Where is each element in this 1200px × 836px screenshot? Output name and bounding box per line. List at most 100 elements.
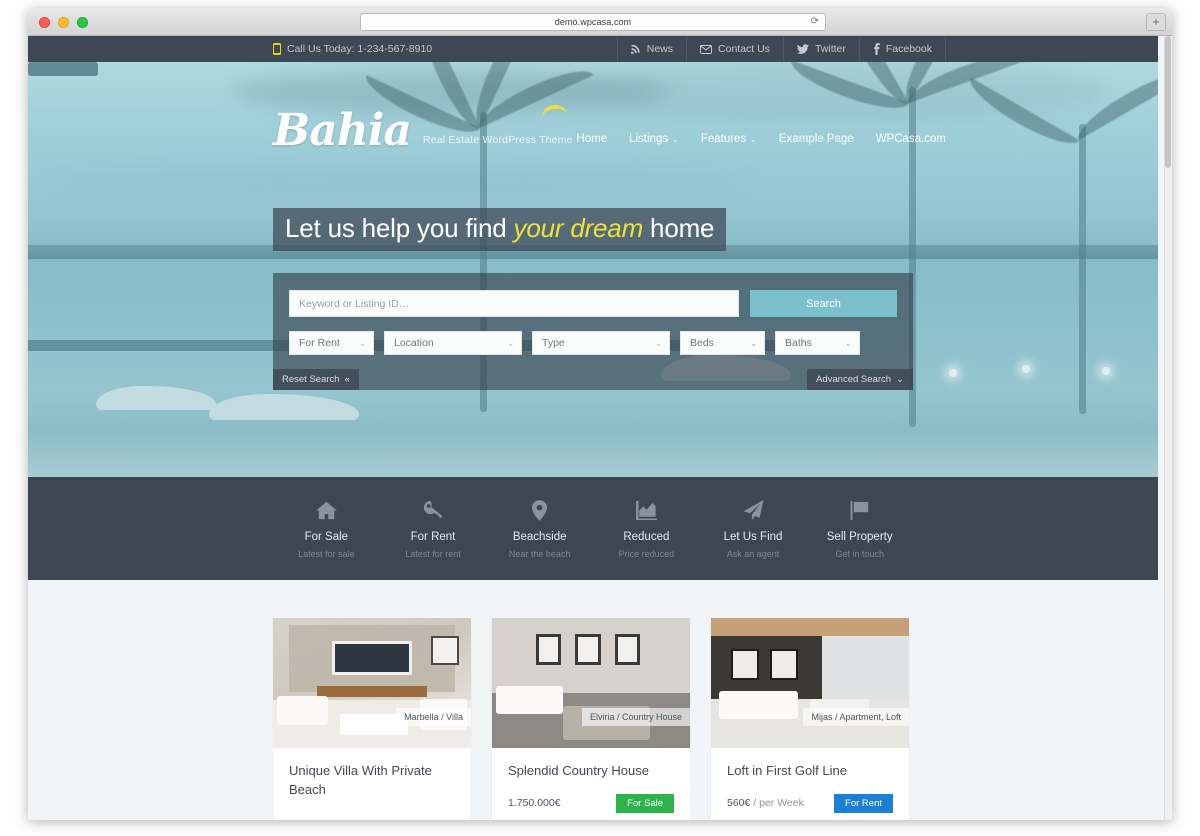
headline-emphasis: your dream <box>513 213 644 243</box>
address-bar[interactable]: demo.wpcasa.com ⟳ <box>360 13 826 31</box>
listing-card[interactable]: Mijas / Apartment, Loft Loft in First Go… <box>711 618 909 820</box>
social-link-news[interactable]: News <box>616 36 686 62</box>
logo-text: Bahia <box>273 105 412 156</box>
site-logo[interactable]: Bahia Real Estate WordPress Theme <box>273 103 573 167</box>
listing-thumbnail[interactable]: Elviria / Country House <box>492 618 690 748</box>
reset-search-button[interactable]: Reset Search « <box>273 369 359 390</box>
select-baths-value: Baths <box>785 337 812 349</box>
browser-titlebar: demo.wpcasa.com ⟳ + <box>28 8 1172 36</box>
new-tab-button[interactable]: + <box>1146 13 1166 31</box>
scrollbar-thumb[interactable] <box>1165 36 1171 168</box>
listing-photo <box>492 618 690 748</box>
select-baths[interactable]: Baths ⌄ <box>775 331 860 355</box>
minimize-window-button[interactable] <box>58 17 69 28</box>
feature-beachside[interactable]: Beachside Near the beach <box>486 498 593 559</box>
feature-let-us-find[interactable]: Let Us Find Ask an agent <box>700 498 807 559</box>
facebook-icon <box>873 43 880 55</box>
close-window-button[interactable] <box>39 17 50 28</box>
listing-card[interactable]: Marbella / Villa Unique Villa With Priva… <box>273 618 471 820</box>
select-beds[interactable]: Beds ⌄ <box>680 331 765 355</box>
chevron-down-icon: ⌄ <box>896 374 904 385</box>
nav-item-features[interactable]: Features ⌄ <box>701 133 757 145</box>
feature-for-rent[interactable]: For Rent Latest for rent <box>380 498 487 559</box>
listing-price-value: 560€ <box>727 797 751 810</box>
featured-listings: Marbella / Villa Unique Villa With Priva… <box>28 580 1158 820</box>
rss-icon <box>630 44 641 54</box>
listing-body: Unique Villa With Private Beach <box>273 748 471 800</box>
chevron-down-icon: ⌄ <box>750 338 757 348</box>
paper-plane-icon <box>700 498 807 522</box>
search-panel-footer: Reset Search « Advanced Search ⌄ <box>273 369 913 390</box>
social-link-contact-us[interactable]: Contact Us <box>686 36 783 62</box>
listing-meta: 560€ / per Week For Rent <box>711 781 909 820</box>
search-input-placeholder: Keyword or Listing ID… <box>299 297 410 310</box>
feature-subtitle: Ask an agent <box>726 549 780 559</box>
url-text: demo.wpcasa.com <box>554 17 632 27</box>
listing-price-suffix: / per Week <box>750 797 804 810</box>
main-navigation: Home Listings ⌄ Features ⌄ Example Page <box>576 133 946 167</box>
listing-thumbnail[interactable]: Mijas / Apartment, Loft <box>711 618 909 748</box>
feature-shortcuts-bar: For Sale Latest for sale For Rent Latest… <box>28 477 1158 580</box>
search-input[interactable]: Keyword or Listing ID… <box>289 290 739 317</box>
chevron-down-icon: ⌄ <box>655 338 662 348</box>
listing-card[interactable]: Elviria / Country House Splendid Country… <box>492 618 690 820</box>
listing-price: 1.750.000€ <box>508 797 561 809</box>
headline-post: home <box>643 213 715 243</box>
listing-title[interactable]: Splendid Country House <box>508 762 674 781</box>
property-search-panel: Keyword or Listing ID… Search For Rent ⌄… <box>273 273 913 390</box>
status-badge[interactable]: For Rent <box>834 793 893 813</box>
listing-title[interactable]: Loft in First Golf Line <box>727 762 893 781</box>
select-location-value: Location <box>394 337 434 349</box>
nav-label-features: Features <box>700 133 747 145</box>
map-pin-icon <box>486 498 593 522</box>
select-offer-type[interactable]: For Rent ⌄ <box>289 331 374 355</box>
advanced-search-button[interactable]: Advanced Search ⌄ <box>807 369 913 390</box>
listing-thumbnail[interactable]: Marbella / Villa <box>273 618 471 748</box>
chevron-down-icon: ⌄ <box>672 134 679 144</box>
social-link-facebook[interactable]: Facebook <box>858 36 946 62</box>
social-link-twitter[interactable]: Twitter <box>782 36 859 62</box>
feature-title: Sell Property <box>826 531 893 543</box>
select-offer-type-value: For Rent <box>299 337 340 349</box>
nav-item-example-page[interactable]: Example Page <box>779 133 854 145</box>
page-scrollbar[interactable] <box>1164 36 1172 820</box>
feature-subtitle: Price reduced <box>618 549 675 559</box>
feature-title: For Rent <box>410 531 456 543</box>
nav-item-listings[interactable]: Listings ⌄ <box>629 133 679 145</box>
window-controls <box>39 17 88 28</box>
social-label-contact-us: Contact Us <box>718 43 770 55</box>
select-location[interactable]: Location ⌄ <box>384 331 522 355</box>
listing-price: 560€ / per Week <box>727 797 804 809</box>
search-button[interactable]: Search <box>750 290 897 317</box>
phone-text: Call Us Today: 1-234-567-8910 <box>287 43 433 55</box>
nav-item-wpcasa[interactable]: WPCasa.com <box>876 133 946 145</box>
listing-location-label: Mijas / Apartment, Loft <box>803 708 909 726</box>
feature-subtitle: Near the beach <box>508 549 571 559</box>
select-type[interactable]: Type ⌄ <box>532 331 670 355</box>
feature-subtitle: Get in touch <box>835 549 884 559</box>
page-viewport: Call Us Today: 1-234-567-8910 News Conta… <box>28 36 1172 820</box>
feature-title: Let Us Find <box>723 531 783 543</box>
listing-title[interactable]: Unique Villa With Private Beach <box>289 762 455 800</box>
feature-sell-property[interactable]: Sell Property Get in touch <box>806 498 913 559</box>
search-primary-row: Keyword or Listing ID… Search <box>289 290 897 317</box>
listing-body: Splendid Country House <box>492 748 690 781</box>
listing-body: Loft in First Golf Line <box>711 748 909 781</box>
maximize-window-button[interactable] <box>77 17 88 28</box>
reload-icon[interactable]: ⟳ <box>811 17 819 27</box>
feature-title: For Sale <box>304 531 349 543</box>
feature-title: Beachside <box>512 531 567 543</box>
nav-item-home[interactable]: Home <box>576 133 607 145</box>
listing-location-label: Elviria / Country House <box>581 708 690 726</box>
social-label-facebook: Facebook <box>885 43 932 55</box>
status-badge[interactable]: For Sale <box>616 793 674 813</box>
social-label-twitter: Twitter <box>814 43 846 55</box>
phone-block: Call Us Today: 1-234-567-8910 <box>273 43 432 55</box>
chevron-down-icon: ⌄ <box>845 338 852 348</box>
chart-icon <box>593 498 700 522</box>
feature-for-sale[interactable]: For Sale Latest for sale <box>273 498 380 559</box>
nav-label-wpcasa: WPCasa.com <box>875 133 946 145</box>
logo-swoosh-icon <box>539 103 568 119</box>
feature-reduced[interactable]: Reduced Price reduced <box>593 498 700 559</box>
feature-subtitle: Latest for sale <box>298 549 355 559</box>
